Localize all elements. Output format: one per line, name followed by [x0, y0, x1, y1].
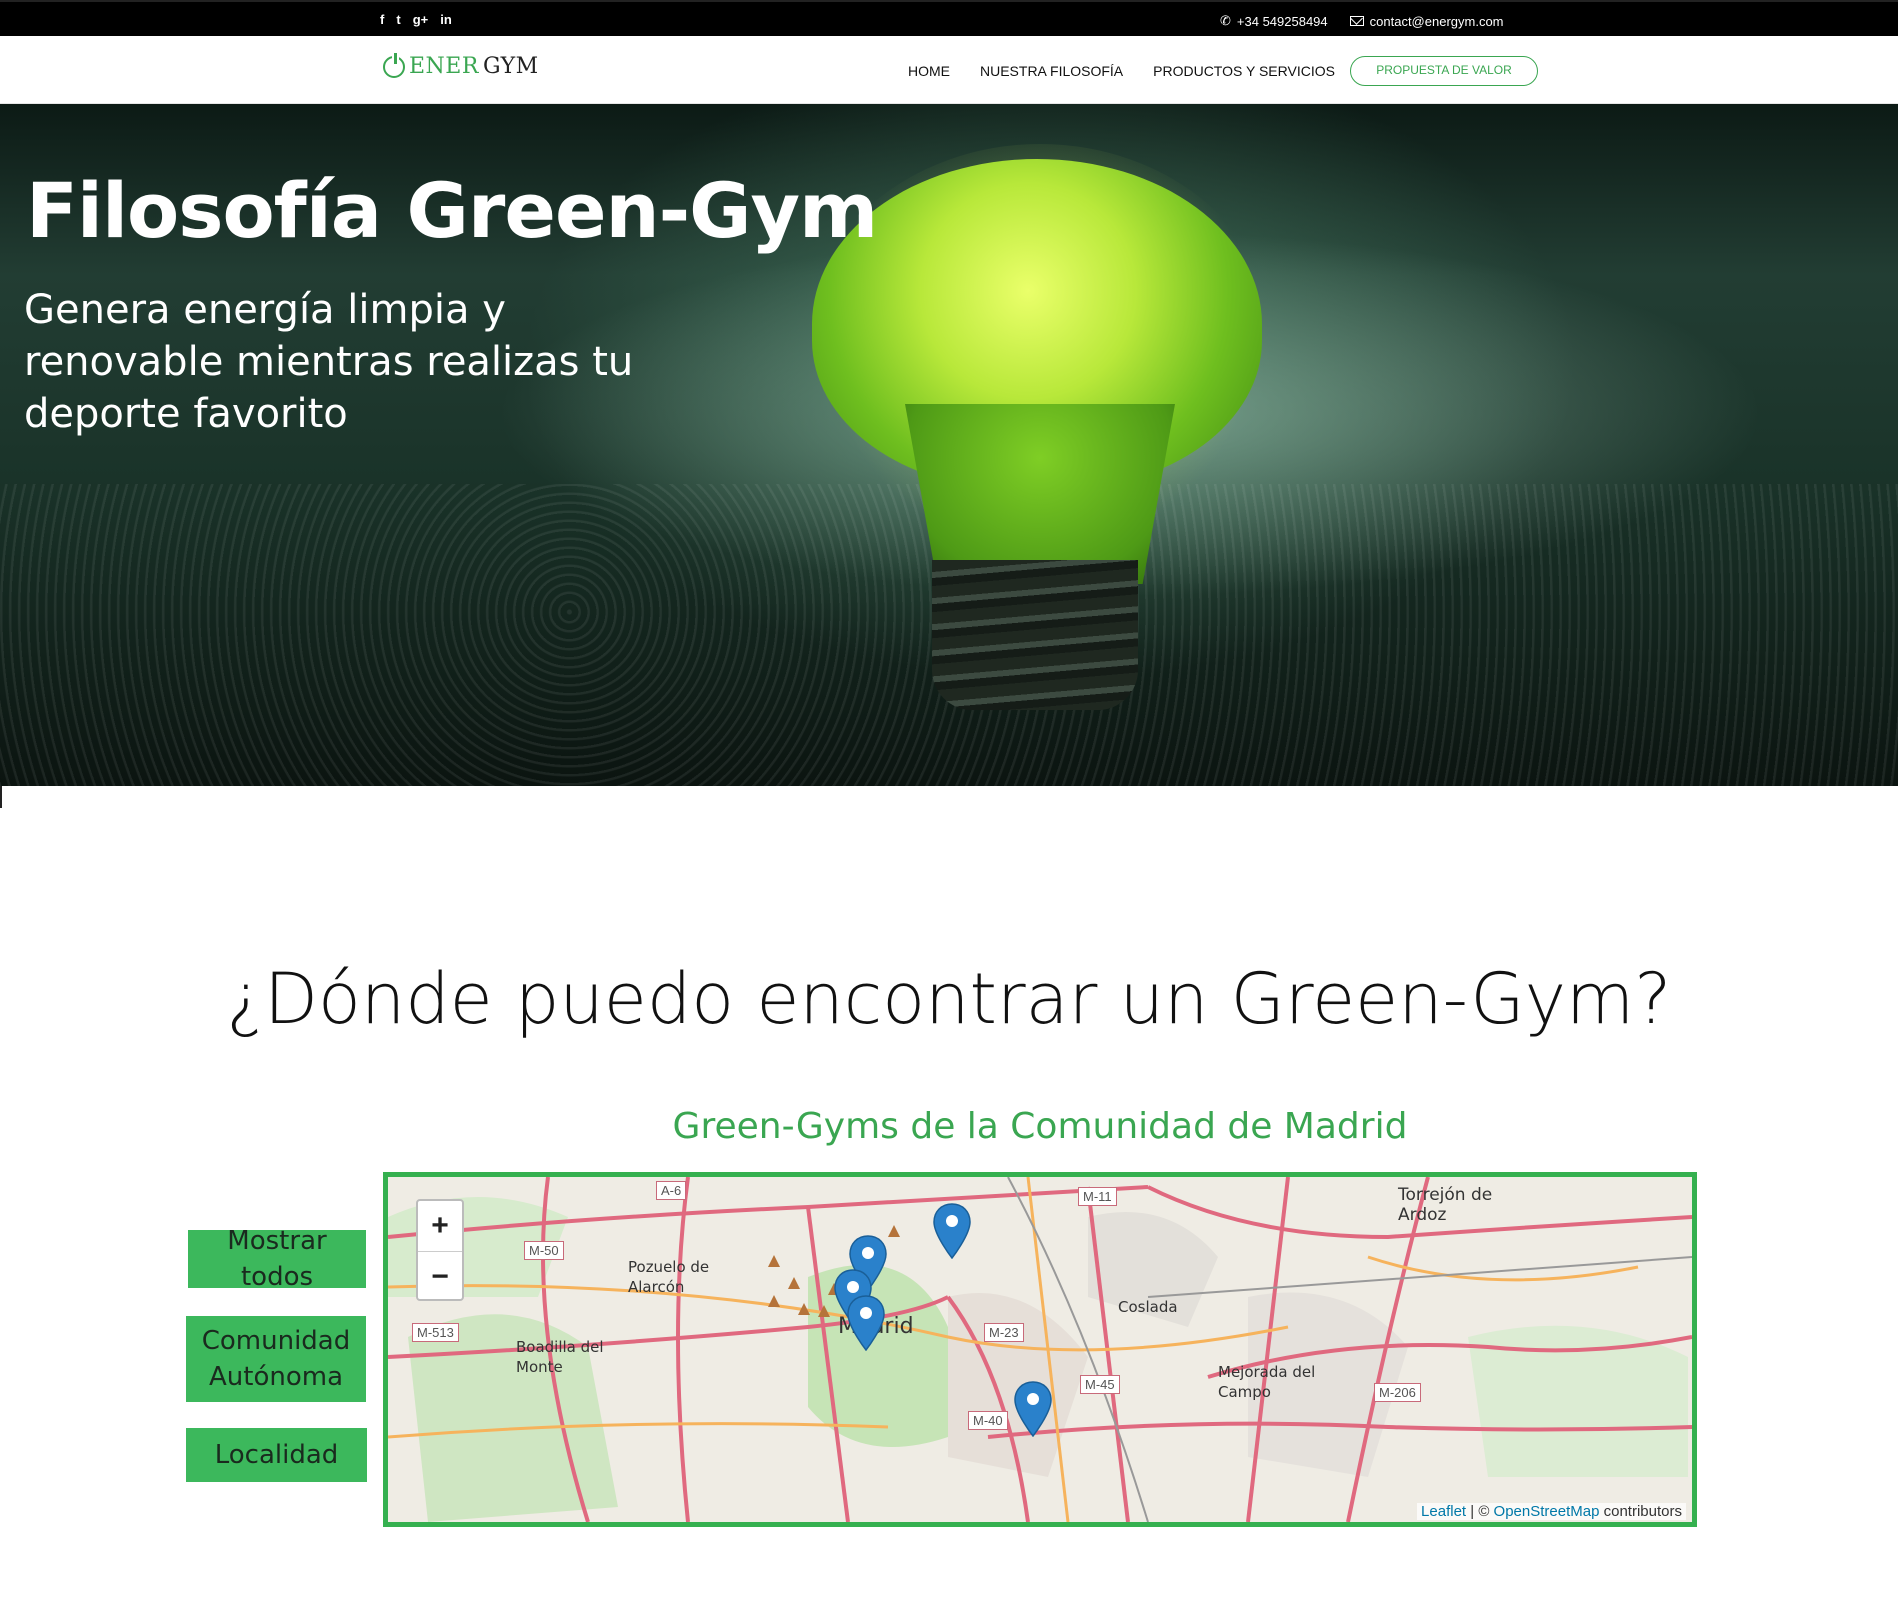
phone-contact[interactable]: ✆ +34 549258494: [1220, 13, 1328, 29]
road-m40: M-40: [968, 1411, 1008, 1430]
zoom-control: + −: [416, 1199, 464, 1301]
divider: [0, 786, 2, 808]
email-address: contact@energym.com: [1369, 13, 1504, 29]
power-icon: [383, 52, 405, 78]
finder-title: ¿Dónde puedo encontrar un Green-Gym?: [226, 958, 1672, 1040]
attribution-separator: | ©: [1466, 1503, 1494, 1520]
gym-marker[interactable]: [1014, 1381, 1052, 1437]
email-contact[interactable]: contact@energym.com: [1349, 13, 1504, 29]
city-filter-button[interactable]: Localidad: [186, 1428, 367, 1482]
gym-map[interactable]: + − Torrejón de Ardoz Pozuelo de Alarcón…: [383, 1172, 1697, 1527]
place-pozuelo: Pozuelo de Alarcón: [628, 1258, 710, 1296]
leaflet-link[interactable]: Leaflet: [1421, 1503, 1466, 1520]
logo-ener: ENER: [409, 54, 479, 79]
place-mejorada: Mejorada del Campo: [1218, 1363, 1316, 1401]
nav-home[interactable]: HOME: [908, 63, 950, 79]
phone-icon: ✆: [1220, 13, 1231, 28]
social-links: f t g+ in: [380, 12, 452, 27]
show-all-button[interactable]: Mostrar todos: [188, 1226, 366, 1292]
nav-productos[interactable]: PRODUCTOS Y SERVICIOS: [1153, 63, 1335, 79]
hero-title: Filosofía Green-Gym: [26, 166, 878, 255]
map-attribution: Leaflet | © OpenStreetMap contributors: [1417, 1503, 1686, 1520]
phone-number: +34 549258494: [1236, 13, 1328, 29]
linkedin-icon[interactable]: in: [440, 12, 452, 27]
gym-marker[interactable]: [933, 1203, 971, 1259]
nav-filosofia[interactable]: NUESTRA FILOSOFÍA: [980, 63, 1123, 79]
road-m11: M-11: [1078, 1187, 1117, 1206]
osm-link[interactable]: OpenStreetMap: [1494, 1503, 1600, 1520]
main-navbar: ENER GYM HOME NUESTRA FILOSOFÍA PRODUCTOS…: [0, 36, 1898, 104]
hero-banner: Filosofía Green-Gym Genera energía limpi…: [0, 104, 1898, 786]
facebook-icon[interactable]: f: [380, 12, 384, 27]
place-coslada: Coslada: [1118, 1298, 1178, 1316]
road-a6: A-6: [656, 1181, 687, 1200]
place-boadilla: Boadilla del Monte: [516, 1338, 604, 1376]
contact-info: ✆ +34 549258494 contact@energym.com: [1220, 13, 1504, 29]
twitter-icon[interactable]: t: [396, 12, 400, 27]
gym-marker[interactable]: [847, 1295, 885, 1351]
top-bar: f t g+ in ✆ +34 549258494 contact@energy…: [0, 0, 1898, 36]
zoom-in-button[interactable]: +: [418, 1201, 462, 1251]
road-m513: M-513: [412, 1323, 459, 1342]
envelope-icon: [1349, 16, 1364, 26]
google-plus-icon[interactable]: g+: [413, 12, 429, 27]
road-m206: M-206: [1374, 1383, 1421, 1402]
place-torrejon: Torrejón de Ardoz: [1398, 1185, 1493, 1225]
road-m50: M-50: [524, 1241, 564, 1260]
nav-menu: HOME NUESTRA FILOSOFÍA PRODUCTOS Y SERVI…: [908, 63, 1335, 79]
attribution-tail: contributors: [1599, 1503, 1682, 1520]
hero-subtitle: Genera energía limpia y renovable mientr…: [24, 287, 634, 437]
logo-gym: GYM: [482, 54, 539, 79]
region-filter-button[interactable]: Comunidad Autónoma: [186, 1316, 366, 1402]
road-m23: M-23: [984, 1323, 1024, 1342]
logo[interactable]: ENER GYM: [383, 52, 539, 79]
bulb-base: [932, 560, 1138, 710]
bulb-neck: [905, 404, 1175, 584]
road-m45: M-45: [1080, 1375, 1120, 1394]
propuesta-valor-button[interactable]: PROPUESTA DE VALOR: [1350, 56, 1538, 86]
zoom-out-button[interactable]: −: [418, 1251, 462, 1301]
map-title: Green-Gyms de la Comunidad de Madrid: [672, 1106, 1408, 1147]
